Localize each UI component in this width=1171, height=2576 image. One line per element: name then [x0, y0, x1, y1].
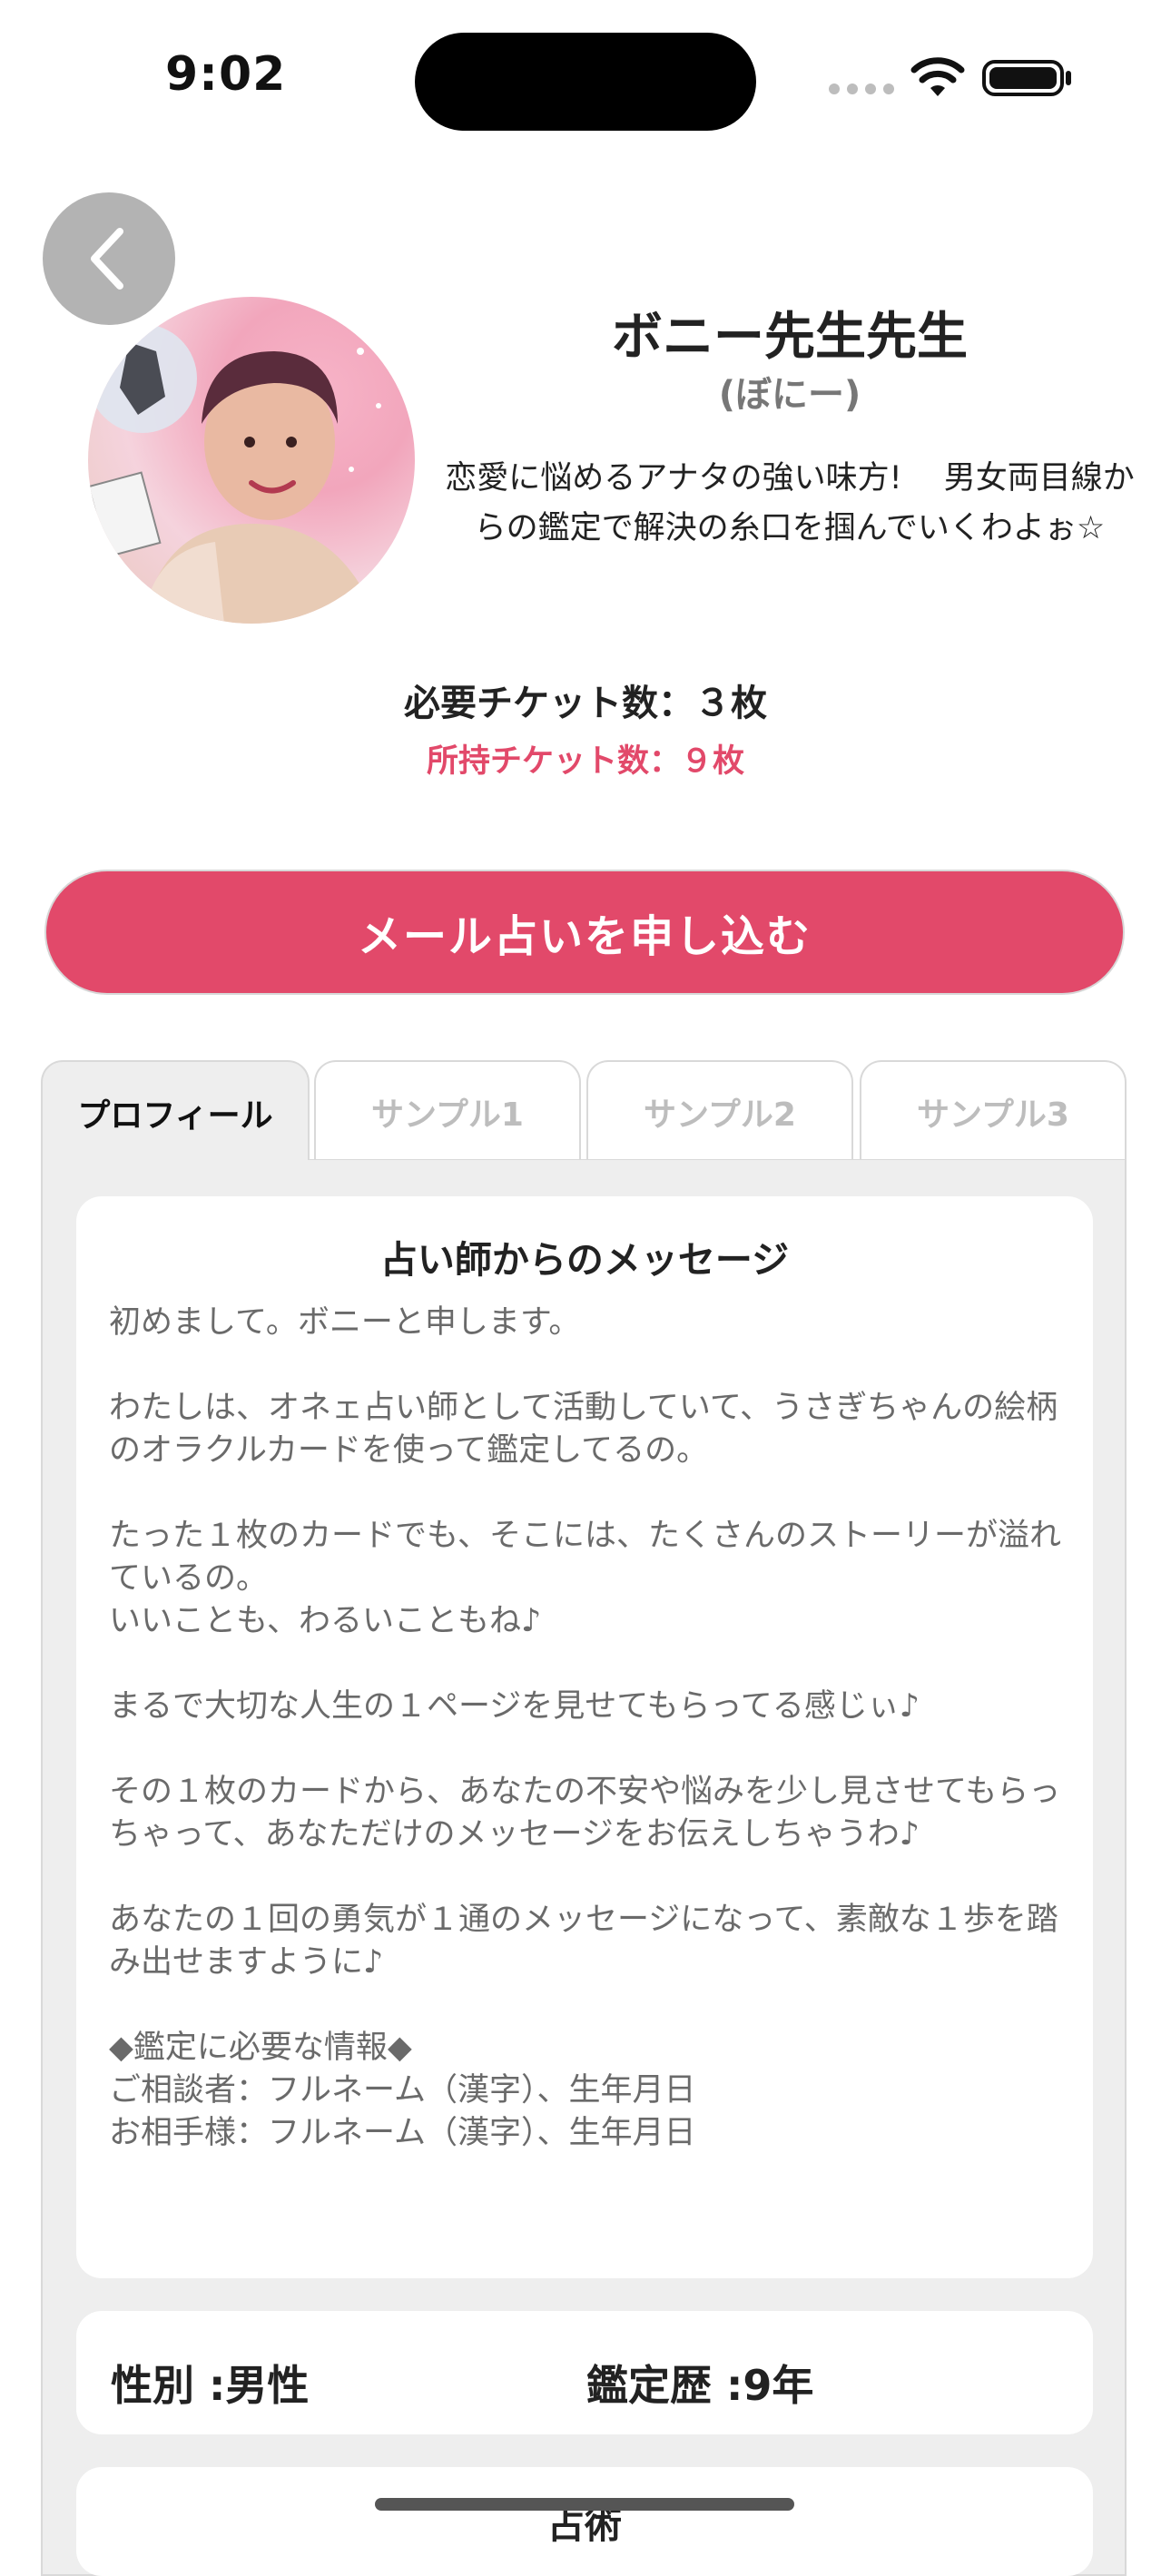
tab-sample-3[interactable]: サンプル3	[860, 1060, 1127, 1162]
required-tickets: 必要チケット数：３枚	[404, 683, 767, 724]
tab-sample-1[interactable]: サンプル1	[314, 1060, 581, 1162]
owned-tickets: 所持チケット数：９枚	[426, 743, 744, 780]
chevron-left-icon	[91, 228, 123, 290]
battery-cap	[1066, 71, 1071, 85]
fortune-teller-kana: (ぼにー)	[718, 374, 861, 416]
fortune-teller-name: ボニー先生先生	[612, 308, 968, 367]
gender-label: 性別 :男性	[111, 2361, 310, 2410]
tab-profile[interactable]: プロフィール	[41, 1060, 310, 1164]
fortune-teller-avatar	[88, 297, 415, 624]
wifi-icon	[910, 57, 965, 96]
message-card: 占い師からのメッセージ 初めまして。ボニーと申します。 わたしは、オネェ占い師と…	[76, 1196, 1093, 2278]
dynamic-island	[415, 33, 756, 131]
battery-icon	[982, 60, 1064, 96]
experience-label: 鑑定歴 :9年	[586, 2361, 814, 2410]
tab-sample-2[interactable]: サンプル2	[586, 1060, 853, 1162]
back-button[interactable]	[43, 192, 175, 325]
apply-mail-reading-button[interactable]: メール占いを申し込む	[44, 870, 1125, 995]
message-title: 占い師からのメッセージ	[379, 1238, 790, 1282]
status-time: 9:02	[165, 47, 287, 102]
home-indicator[interactable]	[375, 2498, 794, 2511]
message-body: 初めまして。ボニーと申します。 わたしは、オネェ占い師として活動していて、うさぎ…	[109, 1304, 1061, 2151]
methods-card: 占術	[76, 2467, 1093, 2576]
info-card: 性別 :男性 鑑定歴 :9年	[76, 2311, 1093, 2434]
catchphrase: 恋愛に悩めるアナタの強い味方! 男女両目線からの鑑定で解決の糸口を掴んでいくわよ…	[445, 460, 1135, 546]
cellular-signal-icon	[829, 84, 894, 94]
